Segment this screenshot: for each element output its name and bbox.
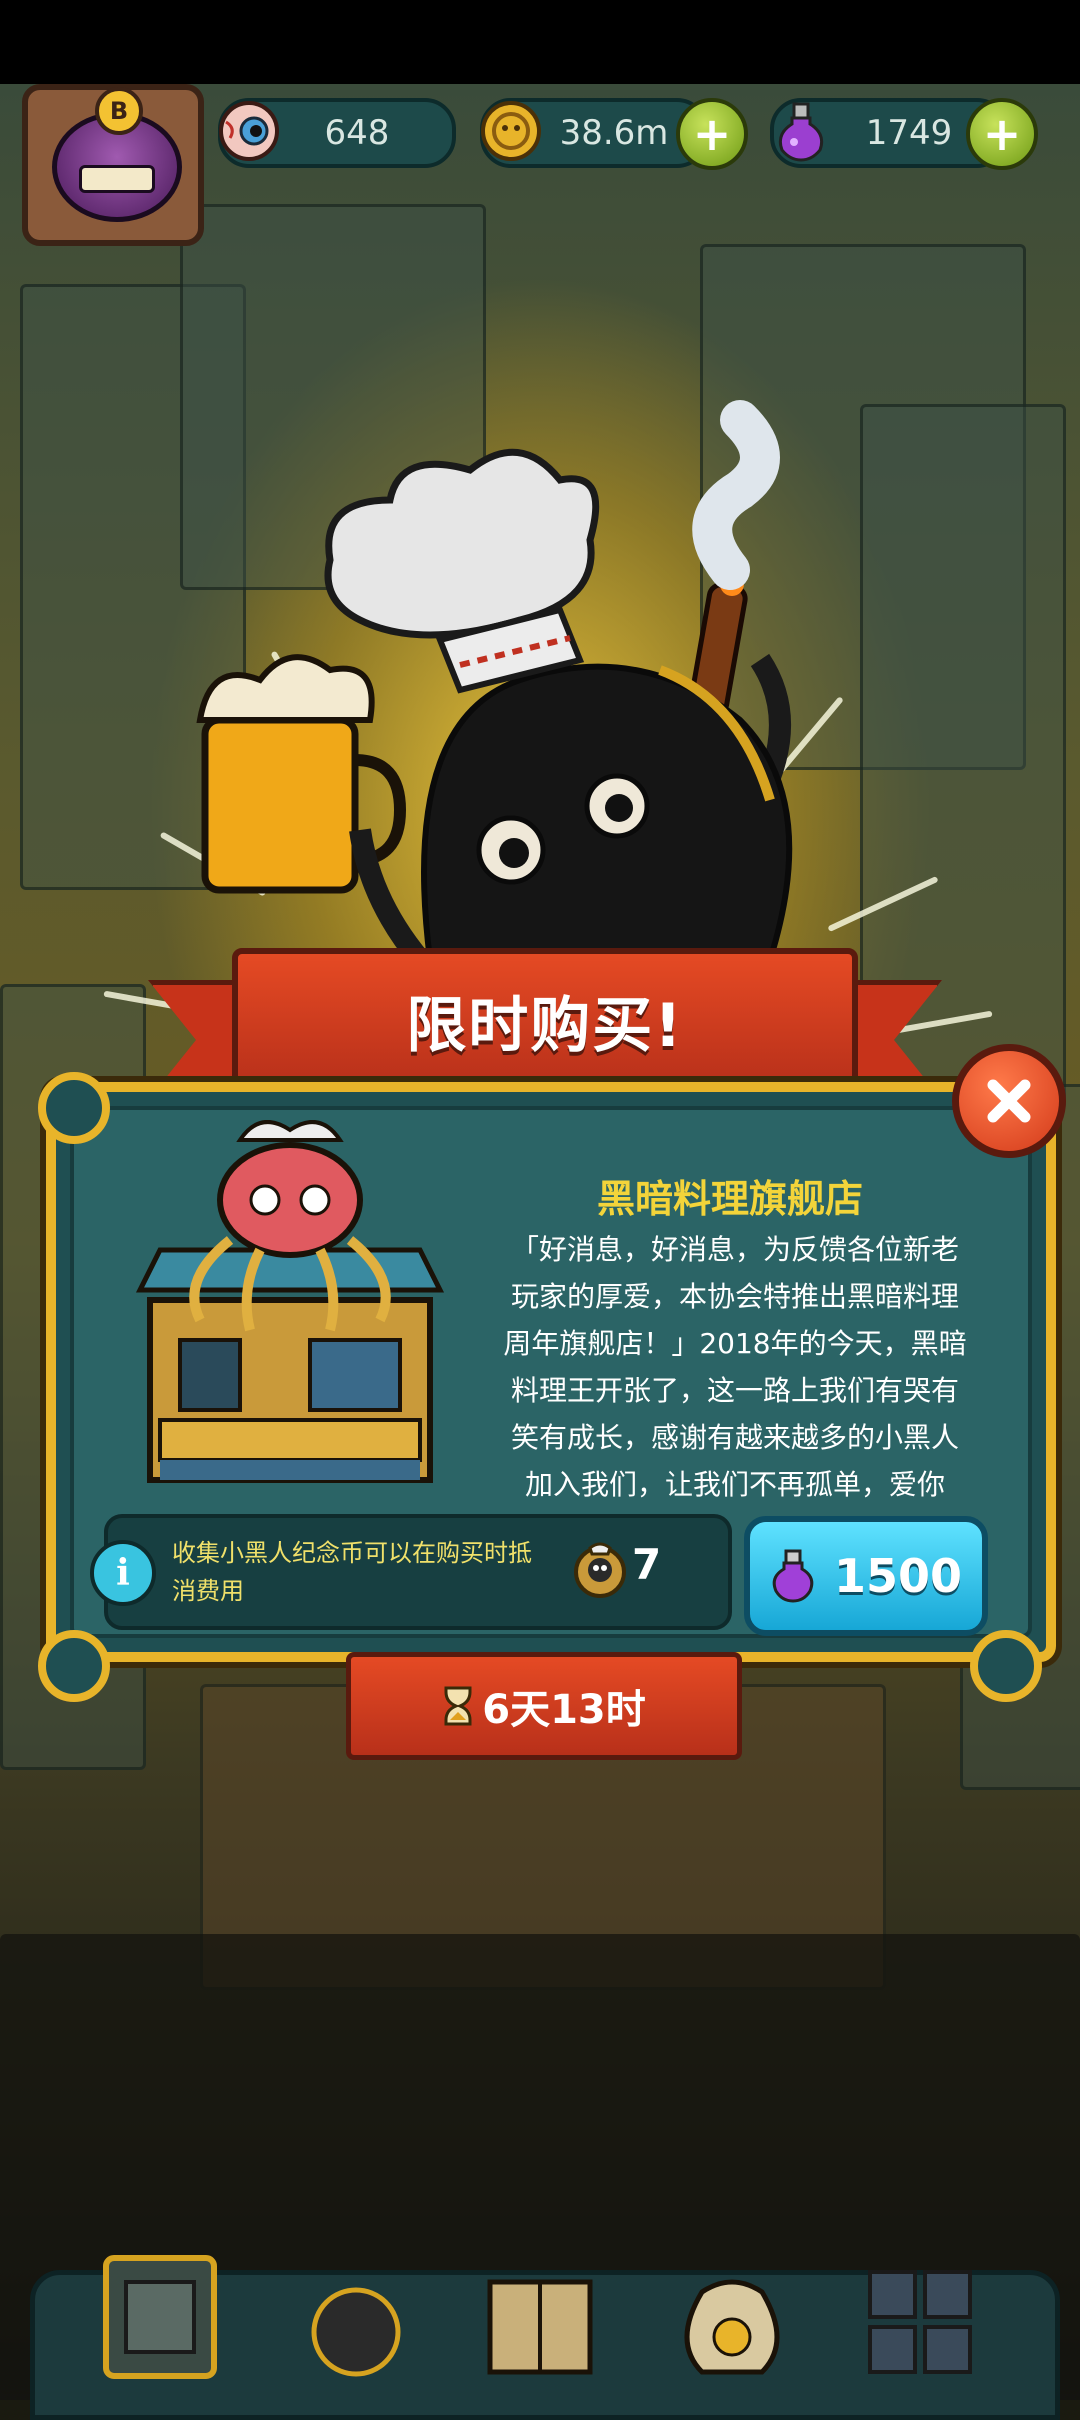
description-line: 笑有成长，感谢有越来越多的小黑人 — [510, 1421, 959, 1454]
panel-corner-ornament — [38, 1072, 110, 1144]
ribbon-title: 限时购买! — [406, 990, 684, 1061]
buy-button[interactable]: 1500 — [744, 1516, 988, 1636]
limited-offer-ribbon: 限时购买! — [232, 948, 858, 1092]
nav-shop-building-button[interactable] — [100, 2252, 220, 2382]
panel-corner-ornament — [38, 1630, 110, 1702]
nav-kitchen-button[interactable] — [296, 2252, 416, 2382]
shop-building-illustration — [135, 1120, 445, 1483]
price-label: 1500 — [833, 1549, 963, 1603]
shop-description: 「好消息，好消息，为反馈各位新老 玩家的厚爱，本协会特推出黑暗料理 周年旗舰店！… — [490, 1226, 980, 1508]
description-line: 加入我们，让我们不再孤单，爱你 — [524, 1468, 945, 1501]
close-icon — [987, 1079, 1031, 1123]
timer-text: 6天13时 — [482, 1687, 646, 1733]
countdown-timer: 6天13时 — [346, 1652, 742, 1760]
nav-coin-bag-button[interactable] — [672, 2252, 792, 2382]
close-button[interactable] — [952, 1044, 1066, 1158]
info-text: 收集小黑人纪念币可以在购买时抵消费用 — [172, 1539, 532, 1605]
info-icon[interactable]: i — [90, 1540, 156, 1606]
description-line: 「好消息，好消息，为反馈各位新老 — [510, 1233, 959, 1266]
chef-character-illustration — [196, 400, 793, 968]
hourglass-icon — [444, 1686, 472, 1726]
nav-recipe-book-button[interactable] — [480, 2252, 600, 2382]
description-line: 料理王开张了，这一路上我们有哭有 — [510, 1374, 959, 1407]
commemorative-coin-icon — [574, 1542, 626, 1598]
nav-collection-button[interactable] — [860, 2252, 980, 2382]
shop-title: 黑暗料理旗舰店 — [596, 1177, 863, 1221]
commemorative-coin-count: 7 — [632, 1540, 662, 1589]
potion-icon — [772, 1549, 814, 1603]
panel-corner-ornament — [970, 1630, 1042, 1702]
description-line: 周年旗舰店！」2018年的今天，黑暗 — [503, 1327, 967, 1360]
description-line: 玩家的厚爱，本协会特推出黑暗料理 — [510, 1280, 959, 1313]
